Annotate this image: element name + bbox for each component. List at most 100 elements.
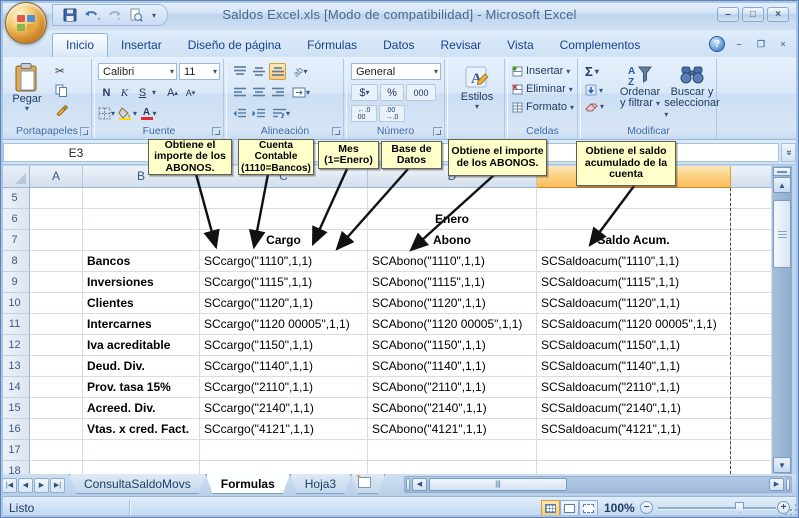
align-bottom-icon[interactable]	[269, 63, 286, 80]
cell-F12[interactable]	[731, 335, 772, 356]
cell-D18[interactable]	[368, 461, 537, 474]
insert-cells-button[interactable]: Insertar▾	[512, 65, 574, 77]
cell-F15[interactable]	[731, 398, 772, 419]
cell-D8[interactable]: SCAbono("1110",1,1)	[368, 251, 537, 272]
scroll-right-icon[interactable]: ▶	[769, 478, 784, 491]
cell-A18[interactable]	[30, 461, 83, 474]
cell-E15[interactable]: SCSaldoacum("2140",1,1)	[537, 398, 731, 419]
maximize-button[interactable]: □	[742, 7, 764, 22]
prev-sheet-icon[interactable]: ◀	[18, 478, 33, 493]
row-header-11[interactable]: 11	[0, 314, 30, 335]
cell-B14[interactable]: Prov. tasa 15%	[83, 377, 200, 398]
scroll-up-icon[interactable]: ▲	[773, 177, 791, 193]
tab-split-handle[interactable]	[406, 478, 410, 491]
cell-E13[interactable]: SCSaldoacum("1140",1,1)	[537, 356, 731, 377]
cell-E17[interactable]	[537, 440, 731, 461]
decrease-indent-icon[interactable]	[231, 105, 248, 122]
shrink-font-button[interactable]: A▾	[182, 84, 199, 101]
dialog-launcher-icon[interactable]	[212, 127, 221, 136]
row-header-17[interactable]: 17	[0, 440, 30, 461]
zoom-level[interactable]: 100%	[604, 501, 635, 515]
autosum-button[interactable]: Σ▾	[585, 64, 604, 79]
tab-dise-o-de-p-gina[interactable]: Diseño de página	[175, 34, 294, 57]
cell-F18[interactable]	[731, 461, 772, 474]
cell-E14[interactable]: SCSaldoacum("2110",1,1)	[537, 377, 731, 398]
align-right-icon[interactable]	[269, 84, 286, 101]
sheet-tab-hoja3[interactable]: Hoja3	[290, 474, 351, 494]
cell-B12[interactable]: Iva acreditable	[83, 335, 200, 356]
cell-B9[interactable]: Inversiones	[83, 272, 200, 293]
cell-C13[interactable]: SCcargo("1140",1,1)	[200, 356, 368, 377]
workbook-minimize-icon[interactable]: –	[731, 38, 747, 51]
cell-B6[interactable]	[83, 209, 200, 230]
cell-A15[interactable]	[30, 398, 83, 419]
fill-button[interactable]: ▾	[585, 84, 604, 96]
copy-icon[interactable]	[55, 84, 68, 97]
row-header-18[interactable]: 18	[0, 461, 30, 474]
find-select-button[interactable]: Buscar y seleccionar ▾	[667, 63, 717, 120]
column-header-partial[interactable]	[731, 166, 772, 188]
cell-D7[interactable]: Abono	[368, 230, 537, 251]
cell-C12[interactable]: SCcargo("1150",1,1)	[200, 335, 368, 356]
cell-C17[interactable]	[200, 440, 368, 461]
insert-worksheet-tab[interactable]	[351, 474, 385, 494]
paste-button[interactable]: Pegar ▾	[7, 63, 47, 112]
row-header-16[interactable]: 16	[0, 419, 30, 440]
tab-complementos[interactable]: Complementos	[547, 34, 654, 57]
cell-E18[interactable]	[537, 461, 731, 474]
select-all-corner[interactable]	[0, 166, 30, 188]
cell-D9[interactable]: SCAbono("1115",1,1)	[368, 272, 537, 293]
zoom-slider-track[interactable]	[658, 507, 776, 509]
cell-C7[interactable]: Cargo	[200, 230, 368, 251]
cell-A14[interactable]	[30, 377, 83, 398]
help-icon[interactable]: ?	[709, 36, 725, 52]
thousands-button[interactable]: 000	[406, 84, 436, 101]
cell-F8[interactable]	[731, 251, 772, 272]
sort-filter-button[interactable]: A Z Ordenar y filtrar ▾	[614, 63, 666, 109]
cell-C9[interactable]: SCcargo("1115",1,1)	[200, 272, 368, 293]
scroll-down-icon[interactable]: ▼	[773, 457, 791, 473]
cell-D17[interactable]	[368, 440, 537, 461]
align-left-icon[interactable]	[231, 84, 248, 101]
percent-button[interactable]: %	[380, 84, 404, 101]
cell-D5[interactable]	[368, 188, 537, 209]
cell-E5[interactable]	[537, 188, 731, 209]
cell-F9[interactable]	[731, 272, 772, 293]
cell-A7[interactable]	[30, 230, 83, 251]
cell-C8[interactable]: SCcargo("1110",1,1)	[200, 251, 368, 272]
cell-D10[interactable]: SCAbono("1120",1,1)	[368, 293, 537, 314]
cell-C6[interactable]	[200, 209, 368, 230]
sheet-tab-consultasaldomovs[interactable]: ConsultaSaldoMovs	[69, 474, 206, 494]
cell-B5[interactable]	[83, 188, 200, 209]
sheet-tab-formulas[interactable]: Formulas	[206, 474, 290, 494]
workbook-close-icon[interactable]: ×	[775, 38, 791, 51]
fill-color-button[interactable]: ▾	[118, 105, 137, 122]
cell-C11[interactable]: SCcargo("1120 00005",1,1)	[200, 314, 368, 335]
font-size-select[interactable]: 11▾	[179, 63, 220, 80]
vertical-scroll-thumb[interactable]	[773, 200, 791, 268]
normal-view-icon[interactable]	[541, 500, 560, 516]
cell-F16[interactable]	[731, 419, 772, 440]
cell-C15[interactable]: SCcargo("2140",1,1)	[200, 398, 368, 419]
chevron-down-icon[interactable]: ▾	[152, 89, 156, 96]
bold-button[interactable]: N	[98, 84, 115, 101]
cell-B18[interactable]	[83, 461, 200, 474]
cell-D16[interactable]: SCAbono("4121",1,1)	[368, 419, 537, 440]
cell-C18[interactable]	[200, 461, 368, 474]
cell-A9[interactable]	[30, 272, 83, 293]
cell-B8[interactable]: Bancos	[83, 251, 200, 272]
cut-icon[interactable]: ✂	[55, 64, 68, 78]
cell-E10[interactable]: SCSaldoacum("1120",1,1)	[537, 293, 731, 314]
currency-button[interactable]: $▾	[351, 84, 378, 101]
cell-A11[interactable]	[30, 314, 83, 335]
vertical-scrollbar[interactable]: ▲ ▼	[772, 166, 792, 474]
format-painter-icon[interactable]	[55, 103, 68, 116]
row-header-12[interactable]: 12	[0, 335, 30, 356]
wrap-text-button[interactable]: ▾	[273, 105, 290, 122]
cell-B7[interactable]	[83, 230, 200, 251]
align-center-icon[interactable]	[250, 84, 267, 101]
orientation-button[interactable]: ab▾	[292, 63, 309, 80]
cell-A6[interactable]	[30, 209, 83, 230]
cell-A8[interactable]	[30, 251, 83, 272]
borders-button[interactable]: ▾	[98, 105, 115, 122]
